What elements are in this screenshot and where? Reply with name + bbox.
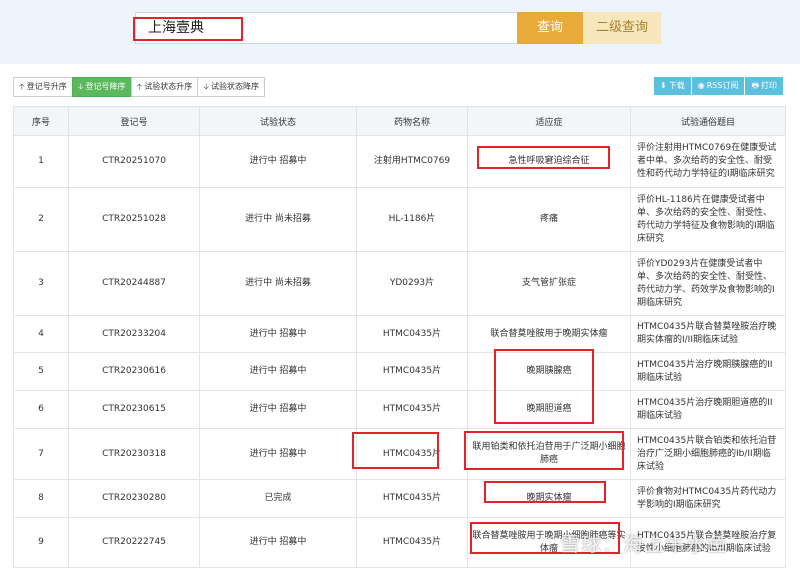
cell-indication: 疼痛 xyxy=(467,187,631,252)
table-row[interactable]: 6 CTR20230615 进行中 招募中 HTMC0435片 晚期胆道癌 HT… xyxy=(13,390,786,429)
cell-title[interactable]: 评价食物对HTMC0435片药代动力学影响的I期临床研究 xyxy=(630,479,786,518)
table-row[interactable]: 4 CTR20233204 进行中 招募中 HTMC0435片 联合替莫唑胺用于… xyxy=(13,315,786,353)
sort-status-asc-label: 试验状态升序 xyxy=(144,82,193,91)
cell-no: 5 xyxy=(13,352,69,391)
download-button[interactable]: ⬇ 下载 xyxy=(654,77,691,95)
rss-label: RSS订阅 xyxy=(706,81,739,90)
arrow-down-icon: 🡣 xyxy=(77,82,84,91)
cell-reg[interactable]: CTR20244887 xyxy=(68,251,200,316)
sort-reg-desc-button[interactable]: 🡣 登记号降序 xyxy=(71,77,132,97)
cell-drug: HTMC0435片 xyxy=(356,315,468,353)
cell-no: 7 xyxy=(13,428,69,480)
cell-status: 进行中 招募中 xyxy=(199,428,357,480)
table-row[interactable]: 8 CTR20230280 已完成 HTMC0435片 晚期实体瘤 评价食物对H… xyxy=(13,479,786,518)
print-icon: 🖶 xyxy=(751,81,759,90)
rss-icon: ◉ xyxy=(697,81,705,90)
cell-title[interactable]: HTMC0435片联合替莫唑胺治疗晚期实体瘤的I/II期临床试验 xyxy=(630,315,786,353)
cell-reg[interactable]: CTR20230615 xyxy=(68,390,200,429)
col-header-drug: 药物名称 xyxy=(356,106,468,136)
cell-no: 3 xyxy=(13,251,69,316)
sort-toolbar: 🡡 登记号升序 🡣 登记号降序 🡡 试验状态升序 🡣 试验状态降序 xyxy=(13,77,265,97)
highlight-search-query xyxy=(133,17,243,41)
cell-drug: YD0293片 xyxy=(356,251,468,316)
cell-title[interactable]: 评价注射用HTMC0769在健康受试者中单、多次给药的安全性、耐受性和药代动力学… xyxy=(630,135,786,188)
table-row[interactable]: 2 CTR20251028 进行中 尚未招募 HL-1186片 疼痛 评价HL-… xyxy=(13,187,786,252)
table-row[interactable]: 1 CTR20251070 进行中 招募中 注射用HTMC0769 急性呼吸窘迫… xyxy=(13,135,786,188)
cell-title[interactable]: HTMC0435片联合铂类和依托泊苷治疗广泛期小细胞肺癌的Ib/II期临床试验 xyxy=(630,428,786,480)
cell-no: 1 xyxy=(13,135,69,188)
watermark-text: 雪球：海上牛水鱼 xyxy=(560,532,728,556)
cell-status: 进行中 尚未招募 xyxy=(199,187,357,252)
cell-title[interactable]: HTMC0435片治疗晚期胆道癌的II期临床试验 xyxy=(630,390,786,429)
cell-drug: HTMC0435片 xyxy=(356,352,468,391)
cell-title[interactable]: HTMC0435片治疗晚期胰腺癌的II期临床试验 xyxy=(630,352,786,391)
table-row[interactable]: 3 CTR20244887 进行中 尚未招募 YD0293片 支气管扩张症 评价… xyxy=(13,251,786,316)
print-label: 打印 xyxy=(761,81,777,90)
col-header-no: 序号 xyxy=(13,106,69,136)
cell-status: 进行中 招募中 xyxy=(199,315,357,353)
sort-reg-desc-label: 登记号降序 xyxy=(85,82,126,91)
cell-status: 进行中 尚未招募 xyxy=(199,251,357,316)
cell-reg[interactable]: CTR20251028 xyxy=(68,187,200,252)
highlight-indication-5-6 xyxy=(494,349,594,424)
cell-no: 6 xyxy=(13,390,69,429)
cell-indication: 联合替莫唑胺用于晚期实体瘤 xyxy=(467,315,631,353)
cell-status: 已完成 xyxy=(199,479,357,518)
arrow-up-icon: 🡡 xyxy=(19,82,25,91)
table-row[interactable]: 5 CTR20230616 进行中 招募中 HTMC0435片 晚期胰腺癌 HT… xyxy=(13,352,786,391)
cell-drug: 注射用HTMC0769 xyxy=(356,135,468,188)
arrow-down-icon: 🡣 xyxy=(203,82,209,91)
sort-status-asc-button[interactable]: 🡡 试验状态升序 xyxy=(130,77,199,97)
cell-reg[interactable]: CTR20230318 xyxy=(68,428,200,480)
cell-indication: 支气管扩张症 xyxy=(467,251,631,316)
cell-reg[interactable]: CTR20230280 xyxy=(68,479,200,518)
cell-drug: HL-1186片 xyxy=(356,187,468,252)
sort-reg-asc-button[interactable]: 🡡 登记号升序 xyxy=(13,77,73,97)
print-button[interactable]: 🖶 打印 xyxy=(745,77,783,95)
download-icon: ⬇ xyxy=(660,81,667,90)
cell-no: 9 xyxy=(13,517,69,568)
table-header-row: 序号 登记号 试验状态 药物名称 适应症 试验通俗题目 xyxy=(13,106,786,136)
col-header-reg[interactable]: 登记号 xyxy=(68,106,200,136)
cell-status: 进行中 招募中 xyxy=(199,135,357,188)
rss-button[interactable]: ◉ RSS订阅 xyxy=(691,77,745,95)
level2-search-button[interactable]: 二级查询 xyxy=(583,12,661,44)
action-toolbar: ⬇ 下载 ◉ RSS订阅 🖶 打印 xyxy=(653,77,783,95)
sort-status-desc-button[interactable]: 🡣 试验状态降序 xyxy=(197,77,265,97)
cell-reg[interactable]: CTR20233204 xyxy=(68,315,200,353)
highlight-indication-7 xyxy=(464,431,624,470)
cell-title[interactable]: 评价HL-1186片在健康受试者中单、多次给药的安全性、耐受性、药代动力学特征及… xyxy=(630,187,786,252)
cell-title[interactable]: 评价YD0293片在健康受试者中单、多次给药的安全性、耐受性、药代动力学、药效学… xyxy=(630,251,786,316)
cell-drug: HTMC0435片 xyxy=(356,517,468,568)
cell-no: 4 xyxy=(13,315,69,353)
cell-drug: HTMC0435片 xyxy=(356,390,468,429)
cell-reg[interactable]: CTR20222745 xyxy=(68,517,200,568)
cell-drug: HTMC0435片 xyxy=(356,479,468,518)
cell-no: 8 xyxy=(13,479,69,518)
search-area: 上海壹典 查询 二级查询 xyxy=(0,0,800,64)
cell-no: 2 xyxy=(13,187,69,252)
col-header-indication: 适应症 xyxy=(467,106,631,136)
cell-reg[interactable]: CTR20251070 xyxy=(68,135,200,188)
download-label: 下载 xyxy=(668,81,685,90)
cell-status: 进行中 招募中 xyxy=(199,517,357,568)
trial-table: 序号 登记号 试验状态 药物名称 适应症 试验通俗题目 1 CTR2025107… xyxy=(13,106,786,568)
col-header-title: 试验通俗题目 xyxy=(630,106,786,136)
highlight-indication-8 xyxy=(484,481,606,503)
arrow-up-icon: 🡡 xyxy=(136,82,143,91)
col-header-status[interactable]: 试验状态 xyxy=(199,106,357,136)
highlight-drug-7 xyxy=(352,432,439,469)
cell-status: 进行中 招募中 xyxy=(199,352,357,391)
sort-reg-asc-label: 登记号升序 xyxy=(26,82,67,91)
search-button[interactable]: 查询 xyxy=(517,12,583,44)
highlight-indication-1 xyxy=(477,146,610,169)
sort-status-desc-label: 试验状态降序 xyxy=(211,82,259,91)
cell-status: 进行中 招募中 xyxy=(199,390,357,429)
cell-reg[interactable]: CTR20230616 xyxy=(68,352,200,391)
